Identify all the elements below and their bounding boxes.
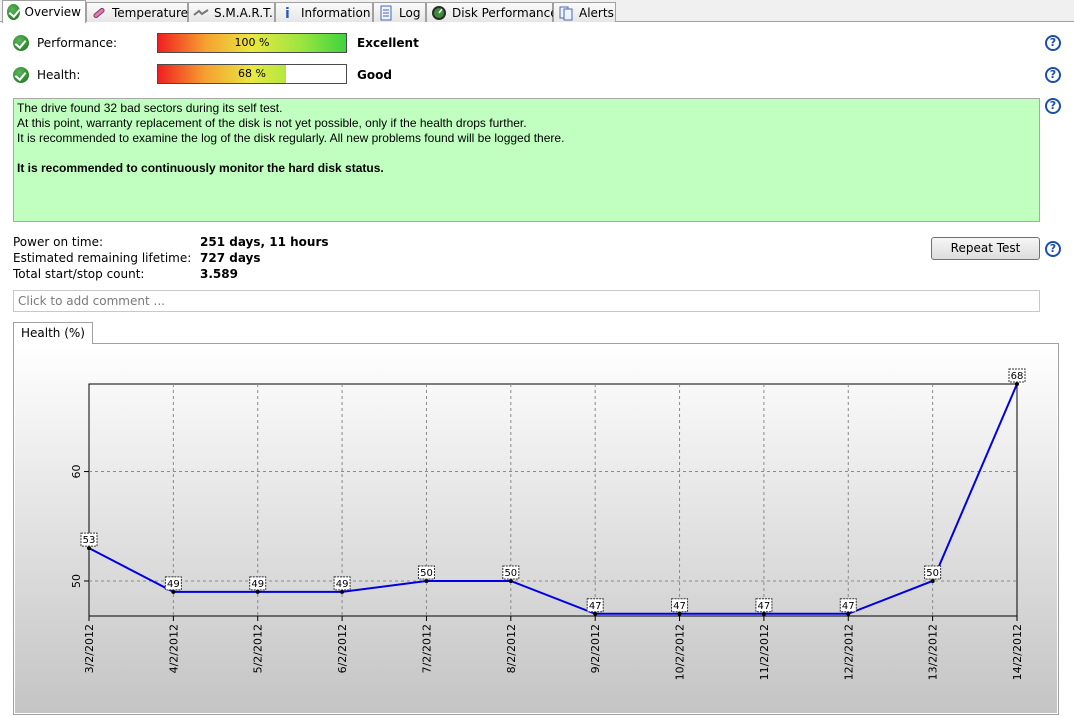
message-line: It is recommended to examine the log of … xyxy=(17,131,565,145)
data-point xyxy=(340,589,345,594)
x-tick-label: 10/2/2012 xyxy=(674,624,687,680)
health-bar: 68 % xyxy=(157,64,347,84)
data-label: 50 xyxy=(420,568,433,579)
message-line: At this point, warranty replacement of t… xyxy=(17,116,527,130)
data-point xyxy=(508,578,513,583)
tab-label: Temperature xyxy=(112,5,189,20)
health-status: Good xyxy=(357,68,392,82)
chart-panel: 50 60 3/2/2012 4/2/2012 5/2/2012 6/2/2012 7/2/… xyxy=(13,343,1059,715)
thermometer-icon xyxy=(91,5,107,21)
data-label: 68 xyxy=(1011,371,1024,382)
x-tick-label: 13/2/2012 xyxy=(927,624,940,680)
health-label: Health: xyxy=(37,68,81,82)
svg-text:i: i xyxy=(285,6,290,21)
health-chart: 50 60 3/2/2012 4/2/2012 5/2/2012 6/2/2012 7/2/… xyxy=(15,345,1057,713)
health-percent: 68 % xyxy=(238,67,266,80)
tab-label: Disk Performance xyxy=(452,5,558,20)
data-point xyxy=(255,589,260,594)
tab-smart[interactable]: S.M.A.R.T. xyxy=(188,2,275,22)
tab-bar: Overview Temperature S.M.A.R.T. i Inform… xyxy=(0,0,1074,23)
tab-label: Overview xyxy=(24,5,82,19)
data-label: 47 xyxy=(758,601,771,612)
performance-label: Performance: xyxy=(37,36,118,50)
chart-tab-health[interactable]: Health (%) xyxy=(13,322,93,344)
tab-log[interactable]: Log xyxy=(373,2,426,22)
data-label: 47 xyxy=(589,601,602,612)
lifetime-value: 727 days xyxy=(200,251,261,265)
data-label: 50 xyxy=(504,568,517,579)
x-tick-label: 3/2/2012 xyxy=(83,624,96,673)
performance-bar: 100 % xyxy=(157,33,347,53)
message-line: The drive found 32 bad sectors during it… xyxy=(17,101,283,115)
tab-label: S.M.A.R.T. xyxy=(214,5,273,20)
data-point xyxy=(171,589,176,594)
x-tick-label: 6/2/2012 xyxy=(336,624,349,673)
data-point xyxy=(87,546,91,551)
tab-label: Log xyxy=(399,5,421,20)
data-label: 50 xyxy=(926,568,939,579)
data-label: 49 xyxy=(251,579,264,590)
tab-information[interactable]: i Information xyxy=(275,2,373,22)
alerts-icon xyxy=(558,5,574,21)
gauge-icon xyxy=(431,5,447,21)
x-tick-label: 5/2/2012 xyxy=(252,624,265,673)
data-point xyxy=(424,578,429,583)
x-tick-label: 8/2/2012 xyxy=(505,624,518,673)
x-tick-label: 11/2/2012 xyxy=(758,624,771,680)
performance-status-icon xyxy=(13,35,29,51)
health-help-icon[interactable]: ? xyxy=(1045,67,1061,83)
data-point xyxy=(1015,382,1019,386)
data-point xyxy=(761,611,766,616)
startstop-value: 3.589 xyxy=(200,267,238,281)
data-point xyxy=(677,611,682,616)
data-label: 49 xyxy=(167,579,180,590)
comment-input[interactable]: Click to add comment ... xyxy=(13,290,1040,312)
data-label: 47 xyxy=(842,601,855,612)
tab-disk-performance[interactable]: Disk Performance xyxy=(426,2,558,22)
log-icon xyxy=(378,5,394,21)
tab-label: Information xyxy=(301,5,371,20)
data-label: 47 xyxy=(673,601,686,612)
x-tick-label: 9/2/2012 xyxy=(589,624,602,673)
performance-help-icon[interactable]: ? xyxy=(1045,35,1061,51)
check-circle-icon xyxy=(7,4,20,20)
x-tick-label: 4/2/2012 xyxy=(167,624,180,673)
x-tick-label: 14/2/2012 xyxy=(1011,624,1024,680)
lifetime-label: Estimated remaining lifetime: xyxy=(13,251,192,265)
performance-status: Excellent xyxy=(357,36,419,50)
health-status-icon xyxy=(13,67,29,83)
message-help-icon[interactable]: ? xyxy=(1045,98,1061,114)
x-tick-label: 12/2/2012 xyxy=(842,624,855,680)
data-point xyxy=(930,578,935,583)
repeat-test-help-icon[interactable]: ? xyxy=(1045,241,1061,257)
repeat-test-button[interactable]: Repeat Test xyxy=(931,237,1040,260)
tab-label: Alerts xyxy=(579,5,614,20)
startstop-label: Total start/stop count: xyxy=(13,267,145,281)
y-tick-label: 50 xyxy=(70,574,83,588)
performance-percent: 100 % xyxy=(234,36,270,49)
data-label: 53 xyxy=(83,535,96,546)
data-point xyxy=(846,611,851,616)
tab-overview[interactable]: Overview xyxy=(2,0,86,23)
data-label: 49 xyxy=(336,579,349,590)
info-icon: i xyxy=(280,5,296,22)
tab-temperature[interactable]: Temperature xyxy=(86,2,188,22)
power-on-value: 251 days, 11 hours xyxy=(200,235,329,249)
smart-icon xyxy=(193,5,209,21)
x-tick-label: 7/2/2012 xyxy=(420,624,433,673)
y-tick-label: 60 xyxy=(70,465,83,479)
tab-alerts[interactable]: Alerts xyxy=(553,2,616,22)
data-point xyxy=(593,611,598,616)
power-on-label: Power on time: xyxy=(13,235,104,249)
message-recommendation: It is recommended to continuously monito… xyxy=(17,161,384,175)
health-message-box: The drive found 32 bad sectors during it… xyxy=(13,98,1040,222)
